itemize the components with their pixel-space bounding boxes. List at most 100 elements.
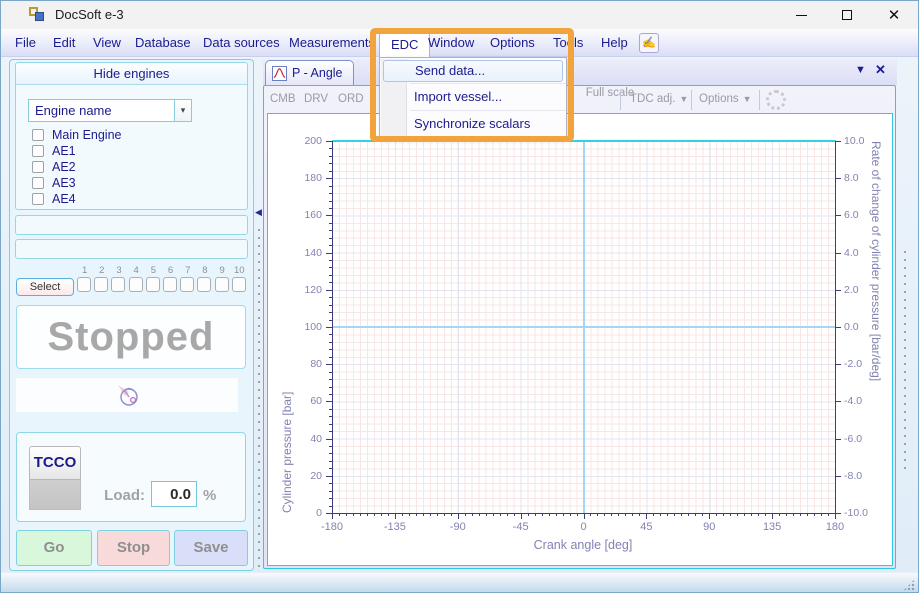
- x-tick-label: 180: [810, 521, 860, 533]
- menu-item-options[interactable]: Options: [490, 31, 535, 55]
- close-button[interactable]: ✕: [871, 1, 917, 29]
- tcco-panel: TCCO Load: %: [16, 432, 246, 522]
- x-minor-tick: [723, 513, 724, 516]
- hide-engines-header[interactable]: Hide engines: [16, 63, 247, 85]
- go-button[interactable]: Go: [16, 530, 92, 566]
- y-minor-tick: [329, 156, 332, 157]
- tab-list-dropdown-icon[interactable]: ▼: [855, 64, 866, 76]
- load-input[interactable]: [151, 481, 197, 507]
- x-minor-tick: [451, 513, 452, 516]
- x-minor-tick: [402, 513, 403, 516]
- left-splitter[interactable]: ◀: [255, 59, 263, 571]
- y2-tick-label: -8.0: [844, 470, 880, 482]
- engine-checkbox[interactable]: [32, 193, 44, 205]
- minimize-button[interactable]: [779, 1, 823, 29]
- menu-item-import-vessel[interactable]: Import vessel...: [380, 84, 566, 110]
- x-minor-tick: [437, 513, 438, 516]
- engine-row: AE2: [16, 159, 247, 175]
- splitter-handle[interactable]: [258, 229, 260, 593]
- x-minor-tick: [611, 513, 612, 516]
- application-window: DocSoft e-3 ✕ ✍ FileEditViewDatabaseData…: [0, 0, 919, 593]
- stop-button[interactable]: Stop: [97, 530, 170, 566]
- tab-p-angle[interactable]: P - Angle: [265, 60, 354, 85]
- full-scale-button[interactable]: Full scale: [584, 87, 636, 100]
- cylinder-checkbox[interactable]: [215, 277, 229, 292]
- y-minor-tick: [329, 260, 332, 261]
- y2-tick-label: 10.0: [844, 135, 880, 147]
- y2-tick-label: 8.0: [844, 172, 880, 184]
- drv-button[interactable]: DRV: [304, 86, 328, 113]
- menu-item-window[interactable]: Window: [428, 31, 474, 55]
- tab-close-icon[interactable]: ✕: [875, 62, 886, 78]
- menu-item-file[interactable]: File: [15, 31, 36, 55]
- hand-note-icon[interactable]: ✍: [639, 33, 659, 53]
- resize-grip[interactable]: [903, 579, 915, 591]
- y-minor-tick: [329, 245, 332, 246]
- engine-name-combobox[interactable]: Engine name ▾: [28, 99, 192, 122]
- menu-item-database[interactable]: Database: [135, 31, 191, 55]
- cylinder-checkbox[interactable]: [163, 277, 177, 292]
- cylinder-number: 5: [145, 265, 162, 276]
- menu-item-tools[interactable]: Tools: [553, 31, 583, 55]
- menu-item-synchronize-scalars[interactable]: Synchronize scalars: [380, 111, 566, 137]
- menu-item-send-data[interactable]: Send data...: [383, 60, 563, 82]
- menu-item-measurements[interactable]: Measurements: [289, 31, 375, 55]
- y2-tick-label: 2.0: [844, 284, 880, 296]
- menu-item-edc[interactable]: EDC: [379, 31, 430, 57]
- y-minor-tick: [329, 305, 332, 306]
- load-label: Load:: [95, 487, 145, 504]
- splitter-handle[interactable]: [904, 251, 906, 471]
- x-minor-tick: [556, 513, 557, 516]
- y-tick: [326, 141, 332, 142]
- cylinder-number: 2: [93, 265, 110, 276]
- cylinder-checkbox[interactable]: [94, 277, 108, 292]
- engine-checkbox[interactable]: [32, 145, 44, 157]
- cylinder-checkbox[interactable]: [197, 277, 211, 292]
- x-minor-tick: [765, 513, 766, 516]
- x-tick: [458, 513, 459, 519]
- engine-checkbox[interactable]: [32, 129, 44, 141]
- options-dropdown[interactable]: Options▼: [699, 86, 752, 113]
- cylinder-checkbox[interactable]: [232, 277, 246, 292]
- y-minor-tick: [329, 498, 332, 499]
- y-tick: [326, 439, 332, 440]
- x-tick-label: -180: [307, 521, 357, 533]
- toolbar-separator: [691, 90, 692, 110]
- x-minor-tick: [577, 513, 578, 516]
- chart-area[interactable]: Cylinder pressure [bar] Rate of change o…: [267, 113, 893, 566]
- engine-checkbox[interactable]: [32, 177, 44, 189]
- cylinder-checkbox[interactable]: [180, 277, 194, 292]
- cylinder-checkbox[interactable]: [111, 277, 125, 292]
- chevron-down-icon[interactable]: ▾: [174, 100, 191, 121]
- select-button[interactable]: Select: [16, 278, 74, 296]
- cmb-button[interactable]: CMB: [270, 86, 296, 113]
- cylinder-checkbox-row: 12345678910: [76, 266, 252, 294]
- collapse-arrow-icon[interactable]: ◀: [255, 207, 262, 218]
- right-splitter[interactable]: [900, 85, 910, 569]
- engine-checkbox[interactable]: [32, 161, 44, 173]
- tdc-adj-dropdown[interactable]: TDC adj. ▼: [630, 86, 688, 113]
- menu-item-view[interactable]: View: [93, 31, 121, 55]
- y-minor-tick: [329, 163, 332, 164]
- toolbar-separator: [759, 90, 760, 110]
- save-button[interactable]: Save: [174, 530, 248, 566]
- cylinder-checkbox[interactable]: [129, 277, 143, 292]
- menu-item-help[interactable]: Help: [601, 31, 628, 55]
- y2-tick: [835, 476, 841, 477]
- menu-item-data-sources[interactable]: Data sources: [203, 31, 280, 55]
- maximize-button[interactable]: [825, 1, 869, 29]
- y-minor-tick: [329, 453, 332, 454]
- y-minor-tick: [329, 230, 332, 231]
- chevron-down-icon: ▼: [679, 94, 688, 104]
- ord-button[interactable]: ORD: [338, 86, 364, 113]
- engines-panel: Hide engines Engine name ▾ Main EngineAE…: [15, 62, 248, 210]
- y2-tick: [835, 401, 841, 402]
- tcco-button[interactable]: TCCO: [29, 446, 81, 510]
- cylinder-column: 1: [76, 266, 93, 294]
- menu-item-edit[interactable]: Edit: [53, 31, 75, 55]
- x-minor-tick: [744, 513, 745, 516]
- tdc-adj-label: TDC adj.: [630, 93, 675, 105]
- cylinder-checkbox[interactable]: [77, 277, 91, 292]
- y-minor-tick: [329, 416, 332, 417]
- cylinder-checkbox[interactable]: [146, 277, 160, 292]
